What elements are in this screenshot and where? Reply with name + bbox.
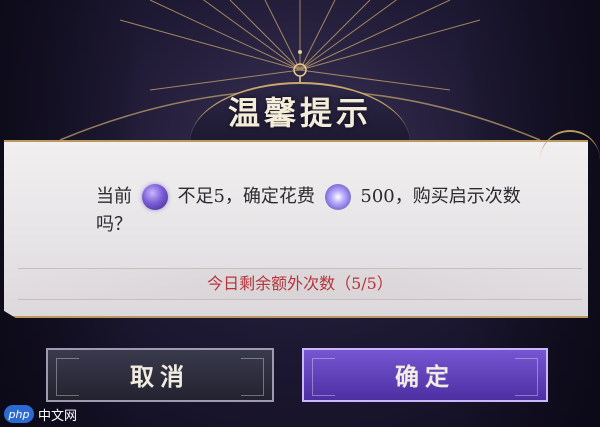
star-crystal-icon [324,184,351,210]
message-amount: 500，购买启示次数 [360,186,521,207]
dialog-message: 当前 不足5，确定花费 500，购买启示次数 [96,182,521,212]
php-logo-icon: php [4,405,34,423]
dialog-title: 温馨提示 [227,94,372,132]
confirm-button[interactable]: 确定 [302,348,548,402]
message-middle: 不足5，确定花费 [177,186,315,207]
purple-gem-icon [141,184,168,210]
message-line2: 吗？ [96,214,132,235]
cancel-button[interactable]: 取消 [46,348,274,402]
message-prefix: 当前 [96,186,132,207]
watermark-site-text: 中文网 [38,408,78,424]
watermark: php 中文网 [4,404,77,424]
remaining-count-text: 今日剩余额外次数（5/5） [207,274,393,293]
